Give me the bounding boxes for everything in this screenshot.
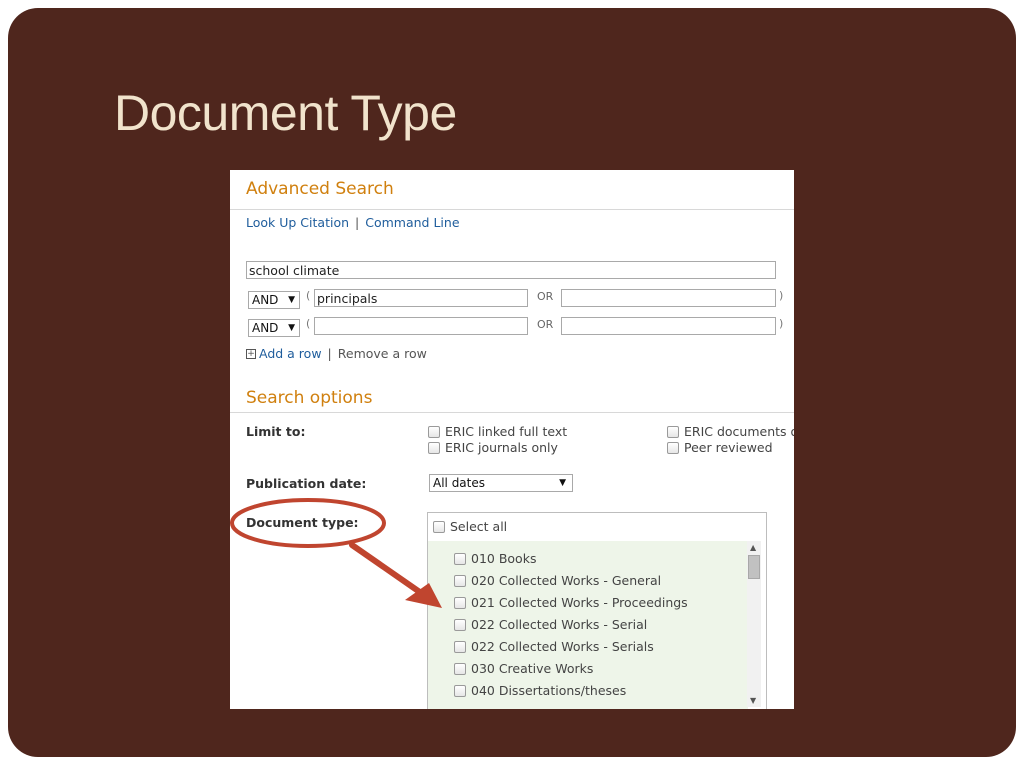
publication-date-select[interactable]: All dates ▼ [429, 474, 573, 492]
search-input-row2-left[interactable]: principals [314, 289, 528, 307]
scroll-down-arrow-icon[interactable]: ▼ [750, 696, 756, 705]
checkbox-icon[interactable] [454, 640, 466, 653]
doc-type-item[interactable]: 021 Collected Works - Proceedings [454, 595, 688, 610]
options-divider [230, 412, 794, 413]
checkbox-icon[interactable] [667, 441, 679, 454]
publication-date-value: All dates [433, 476, 486, 490]
limit-option[interactable]: ERIC linked full text [428, 424, 567, 439]
plus-box-icon: + [246, 348, 256, 359]
close-paren: ) [779, 317, 784, 330]
operator-select-row3[interactable]: AND ▼ [248, 319, 300, 337]
dropdown-arrow-icon: ▼ [559, 478, 566, 488]
checkbox-icon[interactable] [428, 425, 440, 438]
open-paren: ( [306, 289, 311, 302]
heading-divider [230, 209, 794, 210]
checkbox-icon[interactable] [454, 662, 466, 675]
document-type-items: 010 Books 020 Collected Works - General … [428, 541, 748, 709]
remove-row-link[interactable]: Remove a row [338, 346, 427, 361]
operator-value: AND [252, 321, 279, 335]
advanced-search-heading: Advanced Search [246, 179, 394, 199]
document-type-label: Document type: [246, 515, 359, 530]
limit-to-label: Limit to: [246, 424, 306, 439]
checkbox-icon[interactable] [454, 684, 466, 697]
open-paren: ( [306, 317, 311, 330]
or-label: OR [537, 290, 554, 303]
doc-type-item[interactable]: 010 Books [454, 551, 536, 566]
checkbox-icon[interactable] [454, 618, 466, 631]
doc-type-item[interactable]: 022 Collected Works - Serials [454, 639, 654, 654]
checkbox-icon[interactable] [433, 520, 445, 533]
search-options-heading: Search options [246, 388, 373, 408]
dropdown-arrow-icon: ▼ [288, 323, 295, 333]
limit-option[interactable]: Peer reviewed [667, 440, 773, 455]
link-separator: | [355, 215, 360, 230]
limit-option[interactable]: ERIC documents o [667, 424, 794, 439]
search-input-row3-right[interactable] [561, 317, 776, 335]
select-all-option[interactable]: Select all [433, 519, 507, 534]
row-controls: + Add a row | Remove a row [246, 346, 427, 361]
scrollbar-thumb[interactable] [748, 555, 760, 579]
limit-option[interactable]: ERIC journals only [428, 440, 558, 455]
lookup-citation-link[interactable]: Look Up Citation [246, 215, 349, 230]
checkbox-icon[interactable] [667, 425, 679, 438]
link-separator: | [327, 346, 332, 361]
command-line-link[interactable]: Command Line [365, 215, 459, 230]
doc-type-item[interactable]: 030 Creative Works [454, 661, 593, 676]
doc-type-item[interactable]: 020 Collected Works - General [454, 573, 661, 588]
checkbox-icon[interactable] [454, 552, 466, 565]
checkbox-icon[interactable] [454, 596, 466, 609]
document-type-list: Select all 010 Books 020 Collected Works… [427, 512, 767, 709]
doc-type-item[interactable]: 040 Dissertations/theses [454, 683, 626, 698]
search-input-row2-right[interactable] [561, 289, 776, 307]
slide-title: Document Type [114, 85, 457, 141]
close-paren: ) [779, 289, 784, 302]
citation-links: Look Up Citation | Command Line [246, 215, 460, 230]
search-input-row1[interactable]: school climate [246, 261, 776, 279]
checkbox-icon[interactable] [454, 574, 466, 587]
scroll-up-arrow-icon[interactable]: ▲ [750, 543, 756, 552]
search-input-row3-left[interactable] [314, 317, 528, 335]
or-label: OR [537, 318, 554, 331]
doc-type-item[interactable]: 022 Collected Works - Serial [454, 617, 647, 632]
operator-select-row2[interactable]: AND ▼ [248, 291, 300, 309]
add-row-link[interactable]: Add a row [259, 346, 322, 361]
list-scrollbar[interactable]: ▲ ▼ [747, 541, 761, 707]
dropdown-arrow-icon: ▼ [288, 295, 295, 305]
checkbox-icon[interactable] [428, 441, 440, 454]
operator-value: AND [252, 293, 279, 307]
publication-date-label: Publication date: [246, 476, 367, 491]
advanced-search-panel: Advanced Search Look Up Citation | Command… [230, 170, 794, 709]
